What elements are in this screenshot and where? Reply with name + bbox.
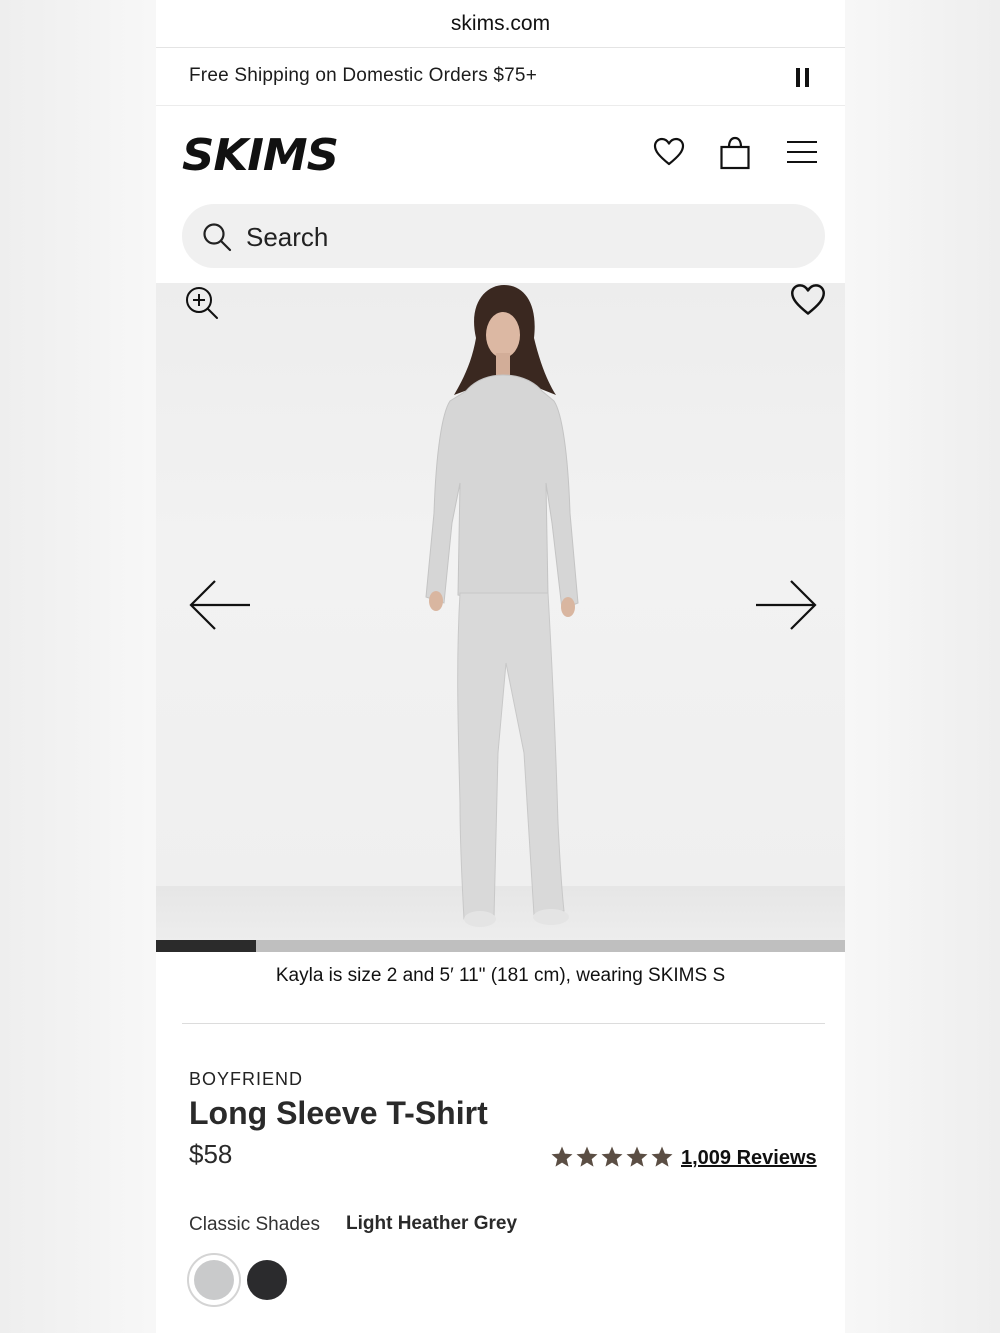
star-icon <box>551 1146 573 1167</box>
product-price: $58 <box>189 1139 233 1169</box>
search-input[interactable] <box>246 220 806 254</box>
product-collection: BOYFRIEND <box>189 1069 304 1089</box>
product-image-gallery[interactable] <box>156 283 845 952</box>
skims-logo[interactable]: SKIMS <box>182 128 342 176</box>
shade-group-label: Classic Shades <box>189 1214 320 1235</box>
divider <box>182 1023 825 1024</box>
mobile-viewport: skims.com Free Shipping on Domestic Orde… <box>156 0 845 1333</box>
star-icon <box>576 1146 598 1167</box>
promo-banner: Free Shipping on Domestic Orders $75+ <box>156 48 845 106</box>
pause-icon[interactable] <box>790 64 814 90</box>
product-title: Long Sleeve T-Shirt <box>189 1095 488 1131</box>
model-size-caption: Kayla is size 2 and 5′ 11" (181 cm), wea… <box>275 965 726 986</box>
svg-text:SKIMS: SKIMS <box>182 130 338 176</box>
site-header: SKIMS <box>156 106 845 198</box>
gallery-progress-fill <box>156 940 256 952</box>
hamburger-menu-icon[interactable] <box>786 139 818 165</box>
swatch-option[interactable] <box>247 1260 287 1300</box>
heart-icon[interactable] <box>790 283 826 317</box>
promo-text: Free Shipping on Domestic Orders $75+ <box>189 65 537 86</box>
search-bar[interactable] <box>182 204 825 268</box>
swatch-selected[interactable] <box>187 1253 241 1307</box>
product-photo-model <box>425 285 579 927</box>
browser-url-bar[interactable]: skims.com <box>156 0 845 48</box>
swatch-color <box>194 1260 234 1300</box>
shopping-bag-icon[interactable] <box>719 135 751 171</box>
star-rating[interactable] <box>550 1145 674 1169</box>
search-icon <box>203 223 232 252</box>
star-icon <box>651 1146 673 1167</box>
gallery-progress-bar <box>156 940 845 952</box>
arrow-left-icon[interactable] <box>188 577 252 633</box>
heart-icon[interactable] <box>653 137 685 167</box>
url-text: skims.com <box>450 11 551 35</box>
arrow-right-icon[interactable] <box>754 577 818 633</box>
reviews-link[interactable]: 1,009 Reviews <box>681 1147 817 1170</box>
selected-shade-name: Light Heather Grey <box>346 1213 518 1234</box>
star-icon <box>626 1146 648 1167</box>
star-icon <box>601 1146 623 1167</box>
zoom-in-icon[interactable] <box>184 285 220 321</box>
